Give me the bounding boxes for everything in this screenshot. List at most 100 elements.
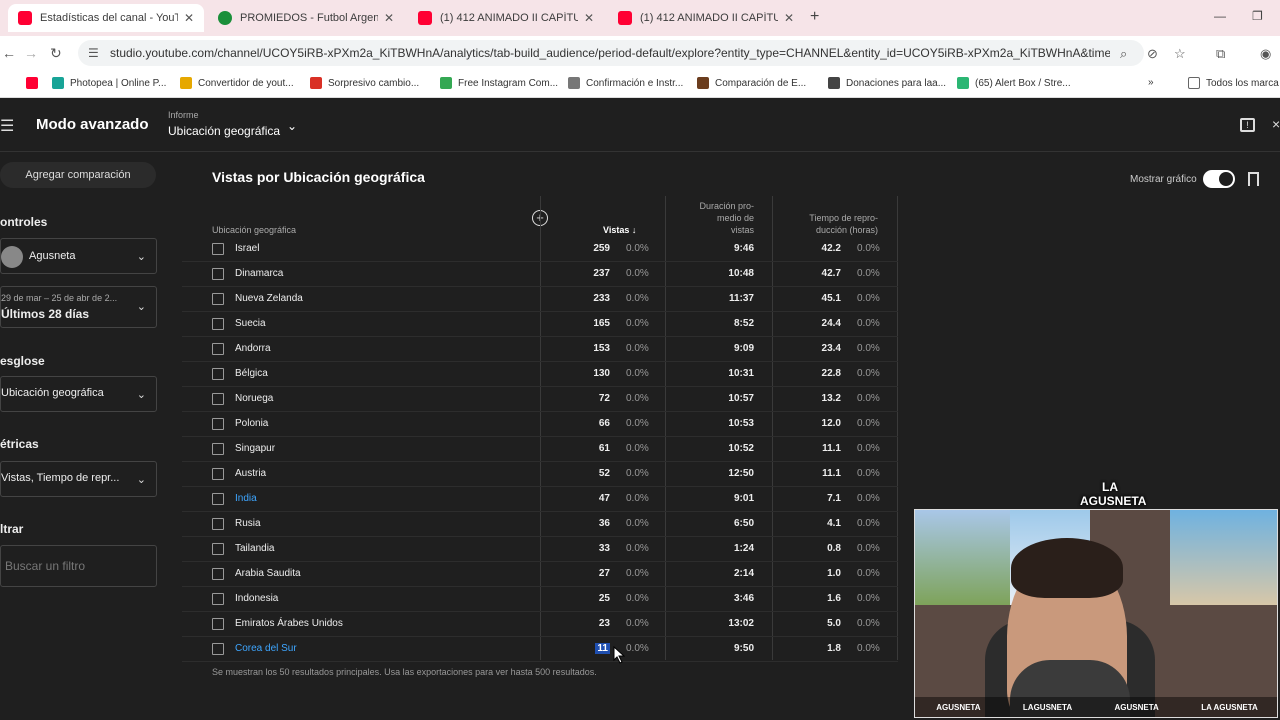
table-row[interactable]: Dinamarca 237 0.0% 10:48 42.7 0.0% <box>182 262 898 287</box>
watch-hours-percent: 0.0% <box>857 418 880 429</box>
report-selector[interactable]: Ubicación geográfica <box>168 124 280 138</box>
url-field[interactable]: ☰ studio.youtube.com/channel/UCOY5iRB-xP… <box>78 40 1144 66</box>
close-icon[interactable]: ✕ <box>184 11 194 25</box>
chevron-down-icon: ⌄ <box>136 301 146 313</box>
new-tab-button[interactable]: + <box>810 8 819 26</box>
maximize-icon[interactable]: ❐ <box>1252 9 1263 23</box>
table-row[interactable]: Israel 259 0.0% 9:46 42.2 0.0% <box>182 237 898 262</box>
row-checkbox[interactable] <box>212 618 224 630</box>
feedback-icon[interactable]: ! <box>1240 118 1255 132</box>
row-checkbox[interactable] <box>212 593 224 605</box>
minimize-icon[interactable]: — <box>1214 9 1226 23</box>
watch-hours-percent: 0.0% <box>857 393 880 404</box>
table-row[interactable]: Rusia 36 0.0% 6:50 4.1 0.0% <box>182 512 898 537</box>
table-row[interactable]: Nueva Zelanda 233 0.0% 11:37 45.1 0.0% <box>182 287 898 312</box>
row-checkbox[interactable] <box>212 418 224 430</box>
add-comparison-button[interactable]: Agregar comparación <box>0 162 156 188</box>
table-row[interactable]: Corea del Sur 11 0.0% 9:50 1.8 0.0% <box>182 637 898 662</box>
bookmark-item[interactable]: (65) Alert Box / Stre... <box>957 77 1071 89</box>
close-icon[interactable]: ✕ <box>384 11 394 25</box>
streamer-hair <box>1011 538 1123 598</box>
breakdown-selector[interactable]: Ubicación geográfica ⌄ <box>0 376 157 412</box>
browser-tab[interactable]: Estadísticas del canal - YouTube ✕ <box>8 4 205 32</box>
row-checkbox[interactable] <box>212 368 224 380</box>
row-checkbox[interactable] <box>212 318 224 330</box>
reload-icon[interactable]: ↻ <box>50 45 62 62</box>
table-row[interactable]: Singapur 61 0.0% 10:52 11.1 0.0% <box>182 437 898 462</box>
table-row[interactable]: Tailandia 33 0.0% 1:24 0.8 0.0% <box>182 537 898 562</box>
country-name: Arabia Saudita <box>235 568 301 579</box>
bookmark-item[interactable]: Confirmación e Instr... <box>568 77 683 89</box>
back-icon[interactable]: ← <box>2 45 16 61</box>
table-row[interactable]: Emiratos Árabes Unidos 23 0.0% 13:02 5.0 0.0% <box>182 612 898 637</box>
close-icon[interactable]: ✕ <box>584 11 594 25</box>
column-header-location[interactable]: Ubicación geográfica <box>212 224 296 236</box>
table-row[interactable]: Bélgica 130 0.0% 10:31 22.8 0.0% <box>182 362 898 387</box>
show-chart-toggle[interactable] <box>1203 170 1235 188</box>
views-value: 11 <box>595 643 610 654</box>
metrics-selector[interactable]: Vistas, Tiempo de repr... ⌄ <box>0 461 157 497</box>
close-icon[interactable]: × <box>1272 116 1280 132</box>
table-row[interactable]: Polonia 66 0.0% 10:53 12.0 0.0% <box>182 412 898 437</box>
browser-tab[interactable]: PROMIEDOS - Futbol Argentino ✕ <box>208 4 404 32</box>
table-row[interactable]: Noruega 72 0.0% 10:57 13.2 0.0% <box>182 387 898 412</box>
row-checkbox[interactable] <box>212 443 224 455</box>
table-row[interactable]: Andorra 153 0.0% 9:09 23.4 0.0% <box>182 337 898 362</box>
tracking-icon[interactable]: ⊘ <box>1147 46 1158 62</box>
logo-line: AGUSNETA <box>1080 494 1147 508</box>
filter-search-input[interactable]: Buscar un filtro <box>0 545 157 587</box>
url-text: studio.youtube.com/channel/UCOY5iRB-xPXm… <box>110 46 1110 60</box>
bookmark-item[interactable]: Donaciones para laa... <box>828 77 946 89</box>
bookmark-item[interactable]: Free Instagram Com... <box>440 77 558 89</box>
country-name[interactable]: India <box>235 493 257 504</box>
table-row[interactable]: Indonesia 25 0.0% 3:46 1.6 0.0% <box>182 587 898 612</box>
row-checkbox[interactable] <box>212 268 224 280</box>
row-checkbox[interactable] <box>212 543 224 555</box>
row-checkbox[interactable] <box>212 493 224 505</box>
bookmark-item[interactable]: Sorpresivo cambio... <box>310 77 419 89</box>
profile-icon[interactable]: ◉ <box>1260 46 1271 62</box>
row-checkbox[interactable] <box>212 643 224 655</box>
menu-icon[interactable]: ☰ <box>0 116 14 136</box>
row-checkbox[interactable] <box>212 243 224 255</box>
all-bookmarks[interactable]: Todos los marca <box>1188 77 1279 89</box>
table-row[interactable]: Arabia Saudita 27 0.0% 2:14 1.0 0.0% <box>182 562 898 587</box>
row-checkbox[interactable] <box>212 518 224 530</box>
bookmark-item[interactable]: Convertidor de yout... <box>180 77 294 89</box>
extensions-icon[interactable]: ⧉ <box>1216 46 1225 62</box>
forward-icon[interactable]: → <box>24 45 38 61</box>
column-header-views[interactable]: Vistas ↓ <box>603 224 636 236</box>
bookmark-favicon-icon <box>568 77 580 89</box>
country-name[interactable]: Corea del Sur <box>235 643 297 654</box>
watch-hours-percent: 0.0% <box>857 618 880 629</box>
close-icon[interactable]: ✕ <box>784 11 794 25</box>
table-row[interactable]: Suecia 165 0.0% 8:52 24.4 0.0% <box>182 312 898 337</box>
site-settings-icon[interactable]: ☰ <box>88 46 102 60</box>
avg-duration-value: 13:02 <box>728 618 754 629</box>
row-checkbox[interactable] <box>212 468 224 480</box>
more-bookmarks-icon[interactable]: » <box>1148 77 1154 88</box>
country-name: Singapur <box>235 443 276 454</box>
zoom-icon[interactable]: ⌕ <box>1120 46 1127 62</box>
date-range-selector[interactable]: 29 de mar – 25 de abr de 2... Últimos 28… <box>0 286 157 328</box>
browser-tab[interactable]: (1) 412 ANIMADO II CAPÍTULO ✕ <box>408 4 604 32</box>
table-row[interactable]: India 47 0.0% 9:01 7.1 0.0% <box>182 487 898 512</box>
column-header-watch-time[interactable]: Tiempo de repro- ducción (horas) <box>800 212 878 236</box>
star-icon[interactable]: ☆ <box>1174 46 1186 62</box>
channel-selector[interactable]: Agusneta ⌄ <box>0 238 157 274</box>
bookmark-item[interactable]: Photopea | Online P... <box>52 77 166 89</box>
column-header-avg-duration[interactable]: Duración pro- medio de vistas <box>690 200 754 236</box>
browser-tab[interactable]: (1) 412 ANIMADO II CAPÍTULO ✕ <box>608 4 804 32</box>
bookmark-item[interactable] <box>26 77 44 89</box>
bookmarks-bar: Photopea | Online P... Convertidor de you… <box>0 70 1280 98</box>
row-checkbox[interactable] <box>212 293 224 305</box>
bookmark-item[interactable]: Comparación de E... <box>697 77 806 89</box>
row-checkbox[interactable] <box>212 393 224 405</box>
bookmark-icon[interactable] <box>1248 172 1259 186</box>
page-title: Modo avanzado <box>36 116 149 133</box>
row-checkbox[interactable] <box>212 343 224 355</box>
chevron-down-icon[interactable]: ⌄ <box>287 119 297 133</box>
browser-tab-bar: Estadísticas del canal - YouTube✕PROMIED… <box>0 0 1280 36</box>
row-checkbox[interactable] <box>212 568 224 580</box>
table-row[interactable]: Austria 52 0.0% 12:50 11.1 0.0% <box>182 462 898 487</box>
